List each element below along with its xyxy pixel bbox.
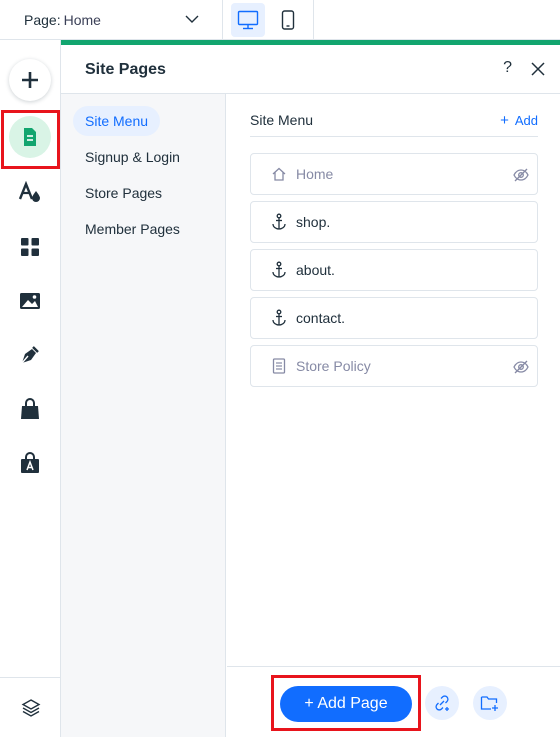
add-elements-button[interactable] [8, 58, 52, 102]
page-name: Store Policy [296, 358, 371, 374]
add-folder-button[interactable] [473, 686, 507, 720]
app-market-icon [21, 452, 39, 473]
device-toggle [223, 0, 311, 40]
home-icon [270, 165, 288, 183]
anchor-icon [270, 261, 288, 279]
page-item-about[interactable]: about. [250, 249, 538, 291]
pen-icon [21, 346, 39, 364]
pages-category-nav: Site Menu Signup & Login Store Pages Mem… [61, 94, 226, 737]
page-name: Home [296, 166, 334, 182]
panel-title: Site Pages [85, 61, 166, 78]
pages-highlight-box [1, 110, 60, 169]
app-market-button[interactable] [8, 441, 52, 485]
page-item-contact[interactable]: contact. [250, 297, 538, 339]
design-icon [18, 181, 40, 202]
nav-member-pages[interactable]: Member Pages [73, 214, 192, 244]
design-button[interactable] [8, 170, 52, 214]
device-divider [313, 0, 314, 40]
page-name: shop. [296, 214, 331, 230]
document-icon [270, 357, 288, 375]
plus-icon [22, 72, 38, 88]
media-button[interactable] [8, 279, 52, 323]
folder-plus-icon [480, 696, 498, 711]
link-plus-icon [435, 695, 449, 711]
plus-icon: + [500, 112, 509, 129]
hidden-eye-icon[interactable] [512, 358, 530, 376]
page-selector-value: Home [63, 12, 101, 28]
blog-button[interactable] [8, 333, 52, 377]
layers-icon [21, 698, 40, 717]
image-icon [20, 293, 40, 309]
anchor-icon [270, 309, 288, 327]
page-selector-label: Page: [24, 12, 61, 28]
site-menu-content: Site Menu + Add Home shop. about. contac… [227, 94, 560, 666]
section-title: Site Menu [250, 112, 314, 128]
desktop-icon [237, 10, 259, 30]
mobile-icon [281, 10, 295, 30]
layers-button[interactable] [0, 677, 61, 737]
panel-header: Site Pages ? [61, 45, 560, 94]
shopping-bag-icon [21, 398, 39, 419]
top-bar: Page: Home [0, 0, 560, 40]
hidden-eye-icon[interactable] [512, 166, 530, 184]
page-item-shop[interactable]: shop. [250, 201, 538, 243]
store-button[interactable] [8, 387, 52, 431]
add-menu-item-link[interactable]: + Add [500, 112, 538, 129]
page-selector[interactable]: Page: Home [0, 0, 223, 40]
nav-signup-login[interactable]: Signup & Login [73, 142, 192, 172]
page-name: contact. [296, 310, 346, 326]
apps-grid-icon [21, 238, 39, 256]
nav-store-pages[interactable]: Store Pages [73, 178, 174, 208]
page-name: about. [296, 262, 335, 278]
chevron-down-icon [185, 15, 199, 23]
desktop-view-button[interactable] [231, 3, 265, 37]
help-button[interactable]: ? [503, 59, 512, 77]
left-rail [0, 40, 61, 737]
close-icon[interactable] [530, 61, 546, 77]
panel-footer: + Add Page [227, 666, 560, 737]
page-item-store-policy[interactable]: Store Policy [250, 345, 538, 387]
add-elements-circle [9, 59, 51, 101]
add-page-highlight-box [271, 675, 421, 731]
add-link-label: Add [514, 113, 538, 128]
page-item-home[interactable]: Home [250, 153, 538, 195]
section-divider [250, 136, 538, 137]
add-link-button[interactable] [425, 686, 459, 720]
apps-button[interactable] [8, 225, 52, 269]
mobile-view-button[interactable] [271, 3, 305, 37]
nav-site-menu[interactable]: Site Menu [73, 106, 161, 136]
anchor-icon [270, 213, 288, 231]
